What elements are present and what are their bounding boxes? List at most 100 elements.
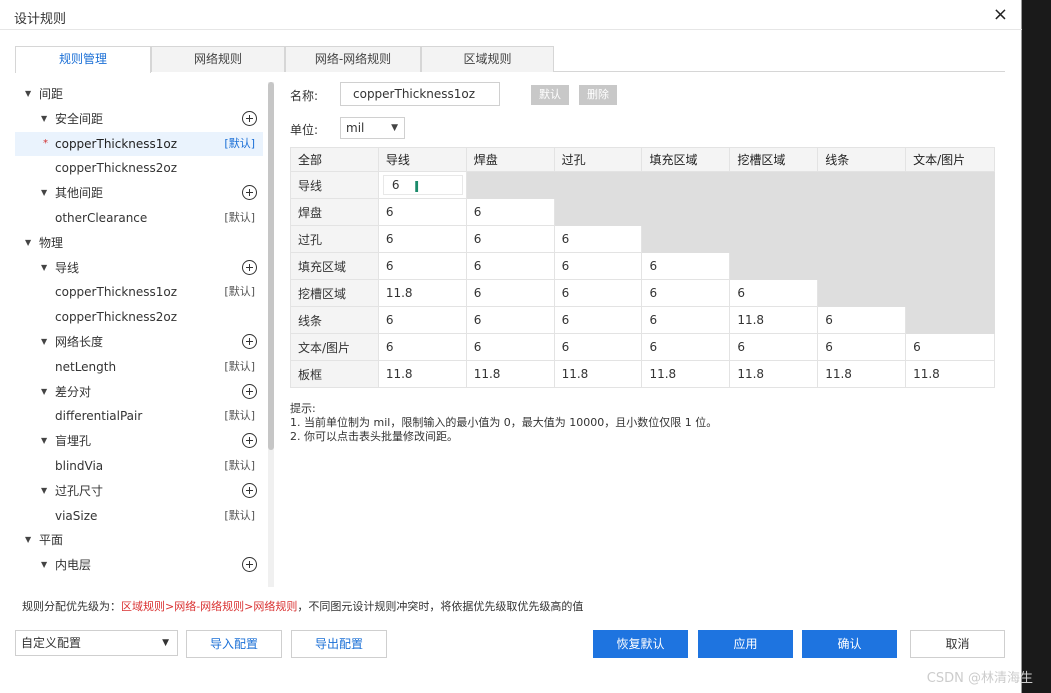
matrix-cell[interactable]: 6 — [553, 333, 643, 361]
tree-item[interactable]: ▼ 间距 — [15, 82, 263, 106]
matrix-cell[interactable]: 6 — [729, 279, 819, 307]
tree-item[interactable]: copperThickness2oz — [15, 156, 263, 180]
cancel-button[interactable]: 取消 — [910, 630, 1005, 658]
tree-item[interactable]: viaSize [默认] — [15, 504, 263, 528]
caret-down-icon[interactable]: ▼ — [41, 256, 47, 280]
tree-item[interactable]: ▼ 其他间距 — [15, 181, 263, 205]
matrix-column-header[interactable]: 过孔 — [553, 147, 643, 172]
unit-select[interactable]: mil ▼ — [340, 117, 405, 139]
caret-down-icon[interactable]: ▼ — [25, 82, 31, 106]
matrix-cell[interactable]: 11.8 — [465, 360, 555, 388]
cell-edit-input[interactable]: 6I — [382, 175, 463, 196]
export-config-button[interactable]: 导出配置 — [291, 630, 387, 658]
matrix-cell[interactable]: 6 — [377, 225, 467, 253]
matrix-cell[interactable]: 6 — [465, 225, 555, 253]
tree-scrollbar[interactable] — [268, 82, 274, 587]
default-button[interactable]: 默认 — [531, 85, 569, 105]
matrix-cell[interactable]: 11.8 — [553, 360, 643, 388]
matrix-cell[interactable]: 11.8 — [817, 360, 907, 388]
matrix-cell[interactable]: 6 — [641, 279, 731, 307]
matrix-cell[interactable]: 6 — [465, 279, 555, 307]
caret-down-icon[interactable]: ▼ — [25, 528, 31, 552]
matrix-cell[interactable]: 6I — [377, 171, 467, 199]
apply-button[interactable]: 应用 — [698, 630, 793, 658]
matrix-cell[interactable]: 6 — [641, 252, 731, 280]
matrix-column-header[interactable]: 填充区域 — [641, 147, 731, 172]
add-circle-icon[interactable] — [242, 110, 257, 126]
add-circle-icon[interactable] — [242, 383, 257, 399]
tree-item[interactable]: ▼ 差分对 — [15, 380, 263, 404]
name-input[interactable]: copperThickness1oz — [340, 82, 500, 106]
tab-net-rules[interactable]: 网络规则 — [151, 46, 285, 72]
tree-item[interactable]: copperThickness1oz [默认] — [15, 280, 263, 304]
caret-down-icon[interactable]: ▼ — [41, 479, 47, 503]
close-icon[interactable]: × — [993, 4, 1008, 25]
add-circle-icon[interactable] — [242, 482, 257, 498]
add-circle-icon[interactable] — [242, 185, 257, 201]
add-circle-icon[interactable] — [242, 557, 257, 573]
matrix-cell[interactable]: 6 — [817, 306, 907, 334]
matrix-cell[interactable]: 6 — [641, 333, 731, 361]
restore-default-button[interactable]: 恢复默认 — [593, 630, 688, 658]
add-circle-icon[interactable] — [242, 259, 257, 275]
matrix-cell[interactable]: 6 — [377, 306, 467, 334]
caret-down-icon[interactable]: ▼ — [25, 231, 31, 255]
tree-item[interactable]: ▼ 物理 — [15, 231, 263, 255]
scrollbar-thumb[interactable] — [268, 82, 274, 450]
matrix-cell[interactable]: 6 — [377, 198, 467, 226]
caret-down-icon[interactable]: ▼ — [41, 330, 47, 354]
tree-item[interactable]: blindVia [默认] — [15, 454, 263, 478]
matrix-column-header[interactable]: 挖槽区域 — [729, 147, 819, 172]
matrix-cell[interactable]: 11.8 — [377, 360, 467, 388]
matrix-cell[interactable]: 6 — [553, 306, 643, 334]
tree-item[interactable]: ▼ 内电层 — [15, 553, 263, 577]
matrix-cell[interactable]: 11.8 — [377, 279, 467, 307]
tree-item[interactable]: ▼ 安全间距 — [15, 107, 263, 131]
matrix-cell[interactable]: 6 — [377, 333, 467, 361]
tree-item[interactable]: ▼ 盲埋孔 — [15, 429, 263, 453]
matrix-cell[interactable]: 6 — [465, 306, 555, 334]
tree-item[interactable]: ▼ 网络长度 — [15, 330, 263, 354]
matrix-cell[interactable]: 11.8 — [905, 360, 995, 388]
matrix-cell[interactable]: 11.8 — [729, 306, 819, 334]
confirm-button[interactable]: 确认 — [802, 630, 897, 658]
matrix-corner-header[interactable]: 全部 — [290, 147, 379, 172]
tree-item[interactable]: ▼ 导线 — [15, 256, 263, 280]
matrix-cell[interactable]: 6 — [553, 279, 643, 307]
add-circle-icon[interactable] — [242, 334, 257, 349]
matrix-cell[interactable]: 6 — [905, 333, 995, 361]
matrix-cell[interactable]: 6 — [553, 225, 643, 253]
matrix-cell[interactable]: 11.8 — [641, 360, 731, 388]
caret-down-icon[interactable]: ▼ — [41, 380, 47, 404]
matrix-cell[interactable]: 11.8 — [729, 360, 819, 388]
matrix-cell[interactable]: 6 — [817, 333, 907, 361]
caret-down-icon[interactable]: ▼ — [41, 429, 47, 453]
matrix-cell[interactable]: 6 — [465, 198, 555, 226]
matrix-cell[interactable]: 6 — [377, 252, 467, 280]
tree-item[interactable]: netLength [默认] — [15, 355, 263, 379]
matrix-column-header[interactable]: 导线 — [377, 147, 467, 172]
tree-item[interactable]: * copperThickness1oz [默认] — [15, 131, 263, 156]
matrix-cell[interactable]: 6 — [465, 252, 555, 280]
matrix-cell[interactable]: 6 — [641, 306, 731, 334]
matrix-column-header[interactable]: 文本/图片 — [905, 147, 995, 172]
tab-rule-management[interactable]: 规则管理 — [15, 46, 151, 73]
tab-region-rules[interactable]: 区域规则 — [421, 46, 554, 72]
tree-item[interactable]: copperThickness2oz — [15, 305, 263, 329]
add-circle-icon[interactable] — [242, 433, 257, 449]
matrix-column-header[interactable]: 焊盘 — [465, 147, 555, 172]
caret-down-icon[interactable]: ▼ — [41, 553, 47, 577]
matrix-cell[interactable]: 6 — [465, 333, 555, 361]
config-select[interactable]: 自定义配置 ▼ — [15, 630, 178, 656]
tab-net-net-rules[interactable]: 网络-网络规则 — [285, 46, 421, 72]
tree-item[interactable]: ▼ 平面 — [15, 528, 263, 552]
delete-button[interactable]: 删除 — [579, 85, 617, 105]
tree-item[interactable]: differentialPair [默认] — [15, 404, 263, 428]
tree-item[interactable]: ▼ 过孔尺寸 — [15, 479, 263, 503]
tree-item[interactable]: otherClearance [默认] — [15, 206, 263, 230]
matrix-column-header[interactable]: 线条 — [817, 147, 907, 172]
caret-down-icon[interactable]: ▼ — [41, 107, 47, 131]
caret-down-icon[interactable]: ▼ — [41, 181, 47, 205]
matrix-cell[interactable]: 6 — [553, 252, 643, 280]
import-config-button[interactable]: 导入配置 — [186, 630, 282, 658]
